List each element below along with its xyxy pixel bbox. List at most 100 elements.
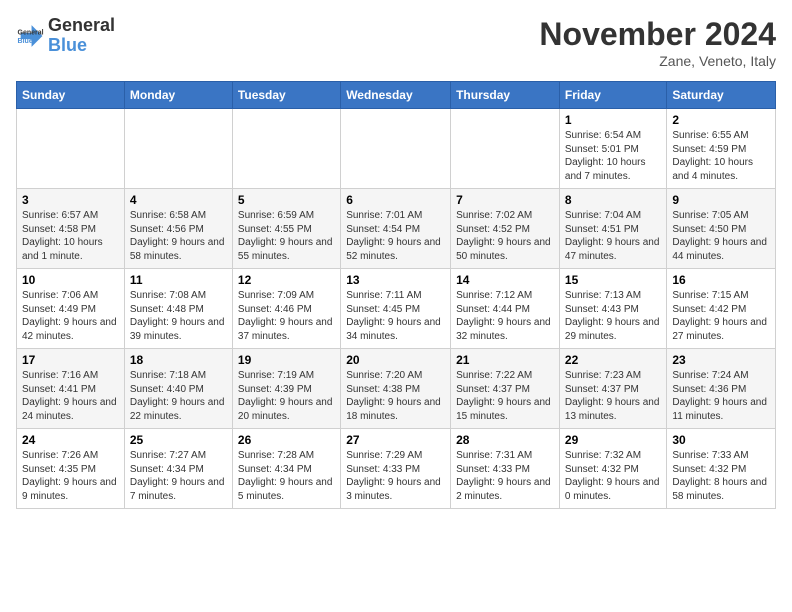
calendar-cell [341, 109, 451, 189]
day-info: Sunrise: 6:54 AMSunset: 5:01 PMDaylight:… [565, 129, 661, 183]
calendar-cell: 10 Sunrise: 7:06 AMSunset: 4:49 PMDayligh… [17, 269, 125, 349]
day-number: 1 [565, 113, 661, 127]
logo: General Blue General Blue [16, 16, 115, 56]
location: Zane, Veneto, Italy [539, 53, 776, 69]
calendar-cell: 24Sunrise: 7:26 AMSunset: 4:35 PMDayligh… [17, 429, 125, 509]
calendar-cell: 26Sunrise: 7:28 AMSunset: 4:34 PMDayligh… [232, 429, 340, 509]
calendar-cell: 22 Sunrise: 7:23 AMSunset: 4:37 PMDayligh… [559, 349, 666, 429]
weekday-header-friday: Friday [559, 82, 666, 109]
day-number: 12 [238, 273, 335, 287]
calendar-cell: 27 Sunrise: 7:29 AMSunset: 4:33 PMDayligh… [341, 429, 451, 509]
logo-text-blue: Blue [48, 36, 115, 56]
day-number: 23 [672, 353, 770, 367]
day-info: Sunrise: 7:18 AMSunset: 4:40 PMDaylight:… [130, 369, 227, 423]
day-number: 14 [456, 273, 554, 287]
day-info: Sunrise: 6:58 AMSunset: 4:56 PMDaylight:… [130, 209, 227, 263]
day-info: Sunrise: 6:55 AMSunset: 4:59 PMDaylight:… [672, 129, 770, 183]
weekday-header-monday: Monday [124, 82, 232, 109]
day-number: 4 [130, 193, 227, 207]
calendar-cell: 16 Sunrise: 7:15 AMSunset: 4:42 PMDayligh… [667, 269, 776, 349]
day-number: 22 [565, 353, 661, 367]
calendar-cell: 23 Sunrise: 7:24 AMSunset: 4:36 PMDayligh… [667, 349, 776, 429]
day-number: 25 [130, 433, 227, 447]
day-number: 30 [672, 433, 770, 447]
day-number: 7 [456, 193, 554, 207]
calendar-cell: 6 Sunrise: 7:01 AMSunset: 4:54 PMDaylight… [341, 189, 451, 269]
weekday-header-row: SundayMondayTuesdayWednesdayThursdayFrid… [17, 82, 776, 109]
calendar-cell: 19Sunrise: 7:19 AMSunset: 4:39 PMDayligh… [232, 349, 340, 429]
day-info: Sunrise: 7:26 AMSunset: 4:35 PMDaylight:… [22, 449, 119, 503]
day-info: Sunrise: 7:02 AMSunset: 4:52 PMDaylight:… [456, 209, 554, 263]
calendar-cell: 28 Sunrise: 7:31 AMSunset: 4:33 PMDayligh… [451, 429, 560, 509]
week-row-2: 3 Sunrise: 6:57 AMSunset: 4:58 PMDaylight… [17, 189, 776, 269]
day-info: Sunrise: 7:04 AMSunset: 4:51 PMDaylight:… [565, 209, 661, 263]
day-number: 10 [22, 273, 119, 287]
calendar-cell: 2 Sunrise: 6:55 AMSunset: 4:59 PMDaylight… [667, 109, 776, 189]
day-number: 16 [672, 273, 770, 287]
calendar-cell [451, 109, 560, 189]
logo-icon: General Blue [16, 22, 44, 50]
week-row-3: 10 Sunrise: 7:06 AMSunset: 4:49 PMDayligh… [17, 269, 776, 349]
weekday-header-wednesday: Wednesday [341, 82, 451, 109]
day-info: Sunrise: 7:05 AMSunset: 4:50 PMDaylight:… [672, 209, 770, 263]
calendar-cell: 29Sunrise: 7:32 AMSunset: 4:32 PMDayligh… [559, 429, 666, 509]
svg-text:Blue: Blue [18, 38, 33, 45]
calendar-cell: 9Sunrise: 7:05 AMSunset: 4:50 PMDaylight… [667, 189, 776, 269]
calendar-cell: 25 Sunrise: 7:27 AMSunset: 4:34 PMDayligh… [124, 429, 232, 509]
calendar-cell: 12 Sunrise: 7:09 AMSunset: 4:46 PMDayligh… [232, 269, 340, 349]
calendar-cell: 18 Sunrise: 7:18 AMSunset: 4:40 PMDayligh… [124, 349, 232, 429]
day-info: Sunrise: 7:23 AMSunset: 4:37 PMDaylight:… [565, 369, 661, 423]
day-number: 15 [565, 273, 661, 287]
calendar-cell: 4 Sunrise: 6:58 AMSunset: 4:56 PMDaylight… [124, 189, 232, 269]
calendar-cell: 11 Sunrise: 7:08 AMSunset: 4:48 PMDayligh… [124, 269, 232, 349]
calendar-cell [232, 109, 340, 189]
weekday-header-sunday: Sunday [17, 82, 125, 109]
calendar-cell [124, 109, 232, 189]
calendar-cell: 15 Sunrise: 7:13 AMSunset: 4:43 PMDayligh… [559, 269, 666, 349]
calendar-cell: 3 Sunrise: 6:57 AMSunset: 4:58 PMDaylight… [17, 189, 125, 269]
calendar-cell: 13 Sunrise: 7:11 AMSunset: 4:45 PMDayligh… [341, 269, 451, 349]
day-number: 18 [130, 353, 227, 367]
day-number: 28 [456, 433, 554, 447]
day-info: Sunrise: 7:16 AMSunset: 4:41 PMDaylight:… [22, 369, 119, 423]
calendar-cell: 20Sunrise: 7:20 AMSunset: 4:38 PMDayligh… [341, 349, 451, 429]
day-info: Sunrise: 7:13 AMSunset: 4:43 PMDaylight:… [565, 289, 661, 343]
day-number: 11 [130, 273, 227, 287]
calendar-cell: 30Sunrise: 7:33 AMSunset: 4:32 PMDayligh… [667, 429, 776, 509]
day-number: 13 [346, 273, 445, 287]
day-info: Sunrise: 7:31 AMSunset: 4:33 PMDaylight:… [456, 449, 554, 503]
day-info: Sunrise: 7:32 AMSunset: 4:32 PMDaylight:… [565, 449, 661, 503]
day-info: Sunrise: 7:06 AMSunset: 4:49 PMDaylight:… [22, 289, 119, 343]
day-info: Sunrise: 7:27 AMSunset: 4:34 PMDaylight:… [130, 449, 227, 503]
day-number: 5 [238, 193, 335, 207]
day-info: Sunrise: 7:15 AMSunset: 4:42 PMDaylight:… [672, 289, 770, 343]
calendar-cell [17, 109, 125, 189]
weekday-header-saturday: Saturday [667, 82, 776, 109]
calendar-table: SundayMondayTuesdayWednesdayThursdayFrid… [16, 81, 776, 509]
logo-text-general: General [48, 16, 115, 36]
week-row-1: 1 Sunrise: 6:54 AMSunset: 5:01 PMDaylight… [17, 109, 776, 189]
day-number: 2 [672, 113, 770, 127]
day-info: Sunrise: 7:29 AMSunset: 4:33 PMDaylight:… [346, 449, 445, 503]
day-info: Sunrise: 7:12 AMSunset: 4:44 PMDaylight:… [456, 289, 554, 343]
calendar-cell: 8Sunrise: 7:04 AMSunset: 4:51 PMDaylight… [559, 189, 666, 269]
day-info: Sunrise: 6:59 AMSunset: 4:55 PMDaylight:… [238, 209, 335, 263]
day-number: 6 [346, 193, 445, 207]
day-number: 20 [346, 353, 445, 367]
day-number: 3 [22, 193, 119, 207]
day-info: Sunrise: 7:01 AMSunset: 4:54 PMDaylight:… [346, 209, 445, 263]
calendar-cell: 17Sunrise: 7:16 AMSunset: 4:41 PMDayligh… [17, 349, 125, 429]
calendar-body: 1 Sunrise: 6:54 AMSunset: 5:01 PMDaylight… [17, 109, 776, 509]
weekday-header-thursday: Thursday [451, 82, 560, 109]
day-info: Sunrise: 7:08 AMSunset: 4:48 PMDaylight:… [130, 289, 227, 343]
day-info: Sunrise: 6:57 AMSunset: 4:58 PMDaylight:… [22, 209, 119, 263]
calendar-cell: 5 Sunrise: 6:59 AMSunset: 4:55 PMDaylight… [232, 189, 340, 269]
day-info: Sunrise: 7:24 AMSunset: 4:36 PMDaylight:… [672, 369, 770, 423]
day-info: Sunrise: 7:22 AMSunset: 4:37 PMDaylight:… [456, 369, 554, 423]
day-info: Sunrise: 7:11 AMSunset: 4:45 PMDaylight:… [346, 289, 445, 343]
title-block: November 2024 Zane, Veneto, Italy [539, 16, 776, 69]
weekday-header-tuesday: Tuesday [232, 82, 340, 109]
calendar-cell: 21Sunrise: 7:22 AMSunset: 4:37 PMDayligh… [451, 349, 560, 429]
day-info: Sunrise: 7:09 AMSunset: 4:46 PMDaylight:… [238, 289, 335, 343]
day-number: 27 [346, 433, 445, 447]
